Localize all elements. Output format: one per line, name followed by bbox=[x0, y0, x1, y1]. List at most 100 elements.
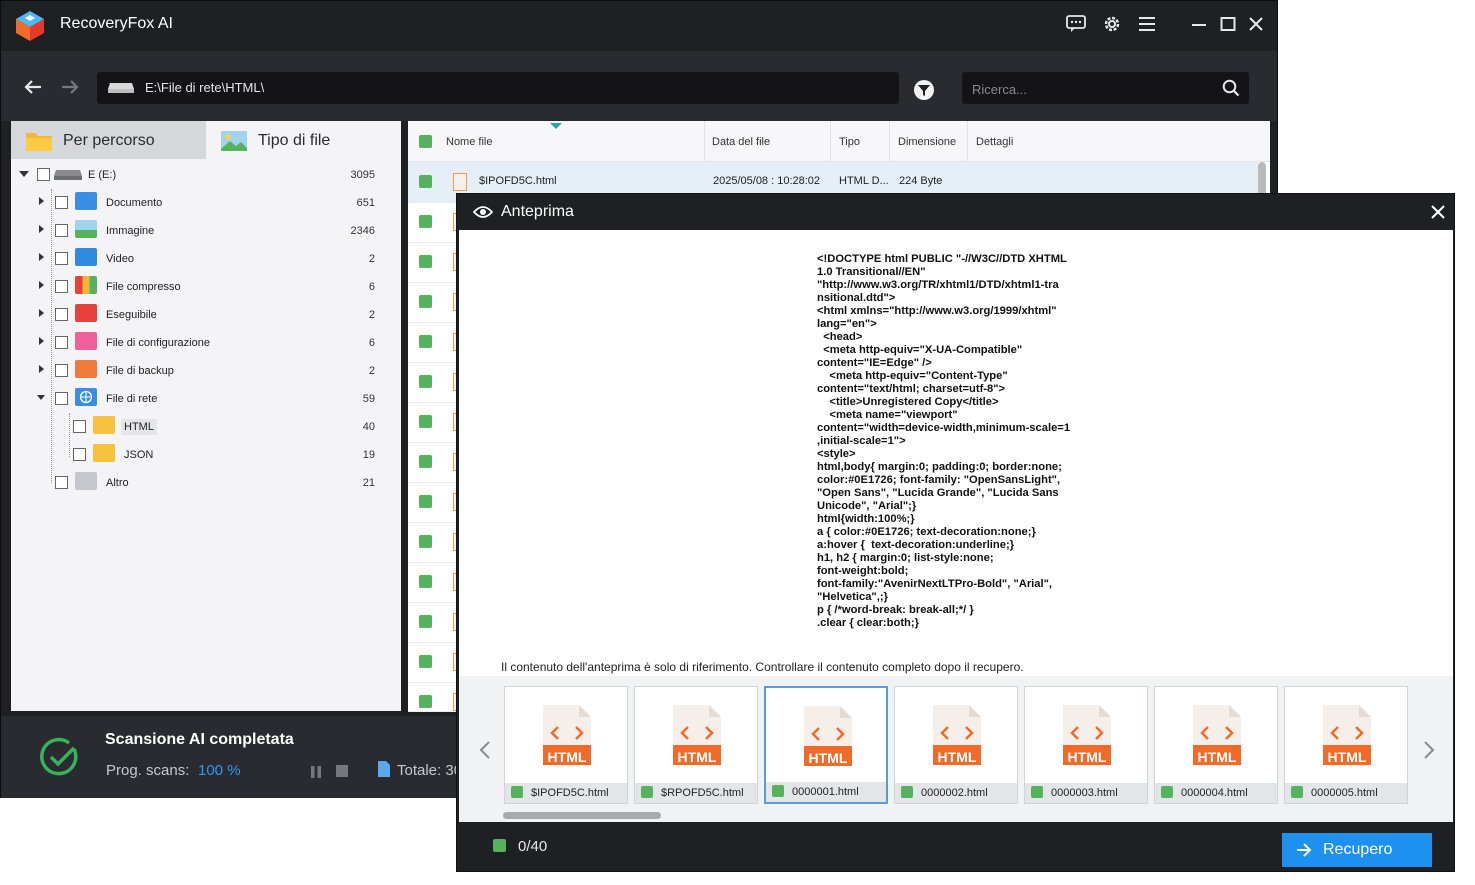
close-icon[interactable] bbox=[1430, 204, 1446, 220]
expand-arrow-icon[interactable] bbox=[39, 281, 44, 289]
expand-arrow-icon[interactable] bbox=[39, 225, 44, 233]
settings-gear-icon[interactable] bbox=[1099, 11, 1125, 37]
stop-icon[interactable] bbox=[336, 765, 348, 777]
checkbox[interactable] bbox=[73, 448, 86, 461]
chevron-right-icon[interactable] bbox=[1423, 740, 1435, 760]
thumbnail[interactable]: HTML 0000004.html bbox=[1154, 686, 1278, 804]
tree-item-file-di-backup[interactable]: File di backup 2 bbox=[11, 358, 401, 384]
column-header-type[interactable]: Tipo bbox=[839, 136, 860, 148]
checkbox[interactable] bbox=[55, 280, 68, 293]
select-all-checkbox[interactable] bbox=[493, 839, 506, 852]
thumbnail[interactable]: HTML 0000003.html bbox=[1024, 686, 1148, 804]
pause-icon[interactable] bbox=[310, 765, 322, 778]
thumbnail-selected[interactable]: HTML 0000001.html bbox=[764, 686, 888, 804]
checkbox[interactable] bbox=[55, 476, 68, 489]
checkbox[interactable] bbox=[37, 168, 50, 181]
column-header-size[interactable]: Dimensione bbox=[898, 136, 956, 148]
checkbox[interactable] bbox=[1161, 786, 1173, 798]
expand-arrow-icon[interactable] bbox=[39, 253, 44, 261]
horizontal-scrollbar[interactable] bbox=[503, 812, 661, 819]
feedback-icon[interactable] bbox=[1063, 11, 1089, 37]
thumbnail[interactable]: HTML $IPOFD5C.html bbox=[504, 686, 628, 804]
checkbox[interactable] bbox=[55, 252, 68, 265]
column-header-date[interactable]: Data del file bbox=[712, 136, 770, 148]
minimize-icon[interactable] bbox=[1186, 11, 1212, 37]
tree-item-drive[interactable]: E (E:) 3095 bbox=[11, 162, 401, 188]
row-checkbox[interactable] bbox=[419, 615, 432, 628]
tree-count: 19 bbox=[362, 449, 375, 461]
back-arrow-icon[interactable] bbox=[23, 77, 43, 97]
file-icon bbox=[378, 761, 390, 777]
tree-item-eseguibile[interactable]: Eseguibile 2 bbox=[11, 302, 401, 328]
checkbox[interactable] bbox=[55, 224, 68, 237]
tree-item-immagine[interactable]: Immagine 2346 bbox=[11, 218, 401, 244]
tree-item-video[interactable]: Video 2 bbox=[11, 246, 401, 272]
checkbox[interactable] bbox=[772, 785, 784, 797]
search-input[interactable] bbox=[970, 77, 1214, 101]
checkbox[interactable] bbox=[901, 786, 913, 798]
file-type-badge: HTML bbox=[808, 750, 848, 766]
checkbox[interactable] bbox=[1291, 786, 1303, 798]
close-icon[interactable] bbox=[1243, 11, 1269, 37]
row-checkbox[interactable] bbox=[419, 175, 432, 188]
row-checkbox[interactable] bbox=[419, 375, 432, 388]
forward-arrow-icon[interactable] bbox=[60, 77, 80, 97]
eye-icon bbox=[472, 204, 494, 220]
checkbox[interactable] bbox=[1031, 786, 1043, 798]
checkbox[interactable] bbox=[55, 392, 68, 405]
row-checkbox[interactable] bbox=[419, 495, 432, 508]
checkbox[interactable] bbox=[73, 420, 86, 433]
row-checkbox[interactable] bbox=[419, 535, 432, 548]
address-bar[interactable]: E:\File di rete\HTML\ bbox=[97, 72, 899, 104]
tab-per-percorso[interactable]: Per percorso bbox=[11, 121, 206, 159]
row-checkbox[interactable] bbox=[419, 575, 432, 588]
preview-title: Anteprima bbox=[501, 203, 574, 220]
checkbox[interactable] bbox=[511, 786, 523, 798]
checkbox[interactable] bbox=[55, 364, 68, 377]
checkbox[interactable] bbox=[55, 336, 68, 349]
menu-icon[interactable] bbox=[1134, 11, 1160, 37]
tree-label: HTML bbox=[121, 419, 157, 435]
row-checkbox[interactable] bbox=[419, 695, 432, 708]
tree-item-documento[interactable]: Documento 651 bbox=[11, 190, 401, 216]
row-checkbox[interactable] bbox=[419, 295, 432, 308]
expand-arrow-icon[interactable] bbox=[39, 365, 44, 373]
tree-item-file-compresso[interactable]: File compresso 6 bbox=[11, 274, 401, 300]
column-header-name[interactable]: Nome file bbox=[446, 136, 492, 148]
tree-item-file-di-configurazione[interactable]: File di configurazione 6 bbox=[11, 330, 401, 356]
executable-folder-icon bbox=[75, 304, 97, 322]
row-checkbox[interactable] bbox=[419, 655, 432, 668]
checkbox[interactable] bbox=[641, 786, 653, 798]
row-checkbox[interactable] bbox=[419, 335, 432, 348]
maximize-icon[interactable] bbox=[1215, 11, 1241, 37]
column-header-details[interactable]: Dettagli bbox=[976, 136, 1013, 148]
thumbnail[interactable]: HTML 0000002.html bbox=[894, 686, 1018, 804]
row-checkbox[interactable] bbox=[419, 215, 432, 228]
filter-icon[interactable] bbox=[913, 79, 935, 101]
row-checkbox[interactable] bbox=[419, 255, 432, 268]
tree-label: File compresso bbox=[106, 281, 181, 293]
checkbox[interactable] bbox=[55, 308, 68, 321]
scan-progress-label: Prog. scans: bbox=[106, 762, 190, 779]
tree-item-altro[interactable]: Altro 21 bbox=[11, 470, 401, 496]
expand-arrow-icon[interactable] bbox=[39, 337, 44, 345]
thumbnail-name: 0000003.html bbox=[1051, 787, 1118, 799]
expand-arrow-icon[interactable] bbox=[19, 171, 29, 177]
file-name: $IPOFD5C.html bbox=[479, 175, 557, 187]
chevron-left-icon[interactable] bbox=[479, 740, 491, 760]
tab-tipo-di-file[interactable]: Tipo di file bbox=[206, 121, 401, 159]
thumbnail-caption: 0000002.html bbox=[895, 783, 1017, 803]
thumbnail[interactable]: HTML $RPOFD5C.html bbox=[634, 686, 758, 804]
expand-arrow-icon[interactable] bbox=[39, 197, 44, 205]
checkbox[interactable] bbox=[55, 196, 68, 209]
recover-button[interactable]: Recupero bbox=[1282, 833, 1432, 867]
select-all-checkbox[interactable] bbox=[419, 135, 432, 148]
thumbnail[interactable]: HTML 0000005.html bbox=[1284, 686, 1408, 804]
row-checkbox[interactable] bbox=[419, 415, 432, 428]
row-checkbox[interactable] bbox=[419, 455, 432, 468]
collapse-arrow-icon[interactable] bbox=[37, 395, 45, 400]
tree-count: 2 bbox=[368, 365, 375, 377]
expand-arrow-icon[interactable] bbox=[39, 309, 44, 317]
tree-item-file-di-rete[interactable]: File di rete 59 bbox=[11, 386, 401, 412]
search-icon[interactable] bbox=[1222, 79, 1240, 97]
